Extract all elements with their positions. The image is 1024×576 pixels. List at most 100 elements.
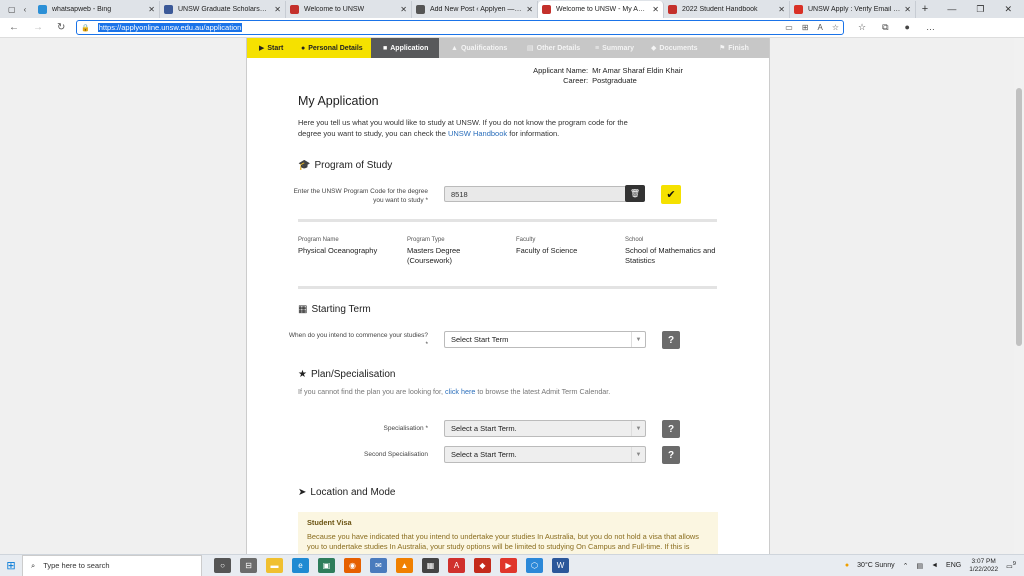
document-icon: ▤ [527, 45, 534, 52]
calculator-icon[interactable]: ▦ [422, 558, 439, 573]
tab-favicon-icon [542, 4, 551, 14]
screen-cast-icon[interactable]: ▭ [785, 23, 793, 32]
window-controls: — ❐ ✕ [947, 4, 1024, 15]
step-finish: ⚑ Finish [707, 38, 769, 58]
browser-tab[interactable]: whatsapweb - Bing ✕ [34, 0, 160, 18]
maximize-icon[interactable]: ❐ [976, 4, 984, 15]
plan-note: If you cannot find the plan you are look… [298, 387, 611, 396]
visa-notice-title: Student Visa [307, 518, 352, 527]
mail-icon[interactable]: ✉ [370, 558, 387, 573]
page-title: My Application [298, 94, 379, 108]
vpn-icon[interactable]: ⬡ [526, 558, 543, 573]
new-tab-button[interactable]: + [916, 3, 934, 15]
step-personal-details[interactable]: ● Personal Details [289, 38, 371, 58]
edge-browser-icon[interactable]: e [292, 558, 309, 573]
tray-overflow-icon[interactable]: ⌃ [903, 562, 909, 570]
language-indicator[interactable]: ENG [946, 562, 961, 569]
browser-tab[interactable]: Welcome to UNSW ✕ [286, 0, 412, 18]
starting-term-heading: ▦ Starting Term [298, 304, 371, 315]
admit-term-calendar-link[interactable]: click here [445, 387, 475, 396]
url-text[interactable]: https://applyonline.unsw.edu.au/applicat… [97, 23, 243, 32]
step-start[interactable]: ▶ Start [247, 38, 289, 58]
divider [298, 286, 717, 289]
network-icon[interactable]: ▤ [916, 562, 923, 570]
clear-program-button[interactable]: 🗑 [625, 185, 645, 202]
favorites-icon[interactable]: ☆ [858, 22, 866, 33]
close-tab-icon[interactable]: ✕ [904, 5, 911, 14]
firefox-icon[interactable]: ◉ [344, 558, 361, 573]
start-term-select[interactable]: Select Start Term ▼ [444, 331, 646, 348]
anydesk-icon[interactable]: ◆ [474, 558, 491, 573]
tab-favicon-icon [38, 4, 47, 14]
divider [298, 219, 717, 222]
word-icon[interactable]: W [552, 558, 569, 573]
close-tab-icon[interactable]: ✕ [526, 5, 533, 14]
volume-icon[interactable]: ◄ [931, 562, 938, 569]
close-tab-icon[interactable]: ✕ [778, 5, 785, 14]
page-viewport: ▶ Start ● Personal Details ■ Application ▲ Q… [0, 38, 1024, 554]
second-specialisation-select[interactable]: Select a Start Term. ▼ [444, 446, 646, 463]
read-aloud-icon[interactable]: A [817, 23, 822, 32]
file-explorer-icon[interactable]: ▬ [266, 558, 283, 573]
specialisation-select[interactable]: Select a Start Term. ▼ [444, 420, 646, 437]
tab-favicon-icon [416, 4, 425, 14]
collections-icon[interactable]: ⧉ [882, 22, 888, 33]
checkmark-icon: ✔ [666, 189, 676, 201]
tab-favicon-icon [668, 4, 677, 14]
play-icon: ▶ [259, 45, 265, 52]
chevron-down-icon: ▼ [631, 421, 645, 436]
browser-tab[interactable]: 2022 Student Handbook ✕ [664, 0, 790, 18]
apps-grid-icon[interactable]: ⊞ [802, 23, 809, 32]
weather-text[interactable]: 30°C Sunny [857, 562, 894, 569]
program-code-input[interactable]: 8518 [444, 186, 644, 202]
scrollbar-thumb[interactable] [1016, 88, 1022, 346]
tab-favicon-icon [164, 4, 173, 14]
applicant-name: Mr Amar Sharaf Eldin Khair [592, 66, 683, 75]
step-application[interactable]: ■ Application [371, 38, 439, 58]
student-visa-notice: Student Visa Because you have indicated … [298, 512, 718, 554]
graduation-cap-icon: 🎓 [298, 160, 311, 171]
task-view-icon[interactable]: ○ [214, 558, 231, 573]
close-window-icon[interactable]: ✕ [1004, 4, 1012, 15]
collapse-tabs-icon[interactable]: ‹ [24, 5, 27, 14]
close-tab-icon[interactable]: ✕ [274, 5, 281, 14]
second-specialisation-label: Second Specialisation [364, 451, 428, 458]
forward-arrow-icon[interactable]: → [33, 22, 43, 33]
favorite-star-icon[interactable]: ☆ [832, 23, 839, 32]
second-specialisation-help-button[interactable]: ? [662, 446, 680, 464]
windows-start-icon[interactable]: ⊞ [0, 559, 22, 572]
start-term-label: When do you intend to commence your stud… [288, 332, 428, 348]
more-menu-icon[interactable]: … [926, 22, 935, 33]
list-icon: ≡ [595, 44, 600, 52]
profile-icon[interactable]: ● [905, 22, 910, 33]
vlc-icon[interactable]: ▲ [396, 558, 413, 573]
store-icon[interactable]: ▣ [318, 558, 335, 573]
specialisation-help-button[interactable]: ? [662, 420, 680, 438]
close-tab-icon[interactable]: ✕ [148, 5, 155, 14]
start-term-help-button[interactable]: ? [662, 331, 680, 349]
close-tab-icon[interactable]: ✕ [400, 5, 407, 14]
taskbar-search-input[interactable]: ⌕ Type here to search [22, 554, 202, 576]
browser-tab[interactable]: UNSW Graduate Scholarships 2022✕ [160, 0, 286, 18]
page-scrollbar[interactable] [1014, 38, 1024, 554]
close-tab-icon[interactable]: ✕ [652, 5, 659, 14]
pdf-reader-icon[interactable]: A [448, 558, 465, 573]
refresh-icon[interactable]: ↻ [57, 22, 65, 33]
lock-icon[interactable]: 🔒 [81, 24, 90, 32]
flag-icon: ⚑ [719, 45, 726, 52]
media-player-icon[interactable]: ▶ [500, 558, 517, 573]
url-input[interactable]: 🔒 https://applyonline.unsw.edu.au/applic… [76, 20, 844, 35]
back-arrow-icon[interactable]: ← [9, 22, 19, 33]
taskbar: ⊞ ⌕ Type here to search ○ ⊟ ▬ e ▣ ◉ ✉ ▲ ▦… [0, 554, 1024, 576]
trash-icon: 🗑 [629, 189, 641, 198]
minimize-icon[interactable]: — [947, 4, 956, 15]
browser-tab[interactable]: Add New Post ‹ Applyen — WordPress✕ [412, 0, 538, 18]
unsw-handbook-link[interactable]: UNSW Handbook [448, 129, 507, 138]
confirm-program-button[interactable]: ✔ [661, 185, 681, 204]
browser-tab-active[interactable]: Welcome to UNSW - My Application✕ [538, 0, 664, 18]
notifications-icon[interactable]: ▭9 [1006, 561, 1016, 570]
tab-actions-icon[interactable]: ▢ [8, 5, 16, 14]
browser-tab[interactable]: UNSW Apply : Verify Email - amar✕ [790, 0, 916, 18]
widgets-icon[interactable]: ⊟ [240, 558, 257, 573]
clock[interactable]: 3:07 PM 1/22/2022 [969, 558, 998, 574]
